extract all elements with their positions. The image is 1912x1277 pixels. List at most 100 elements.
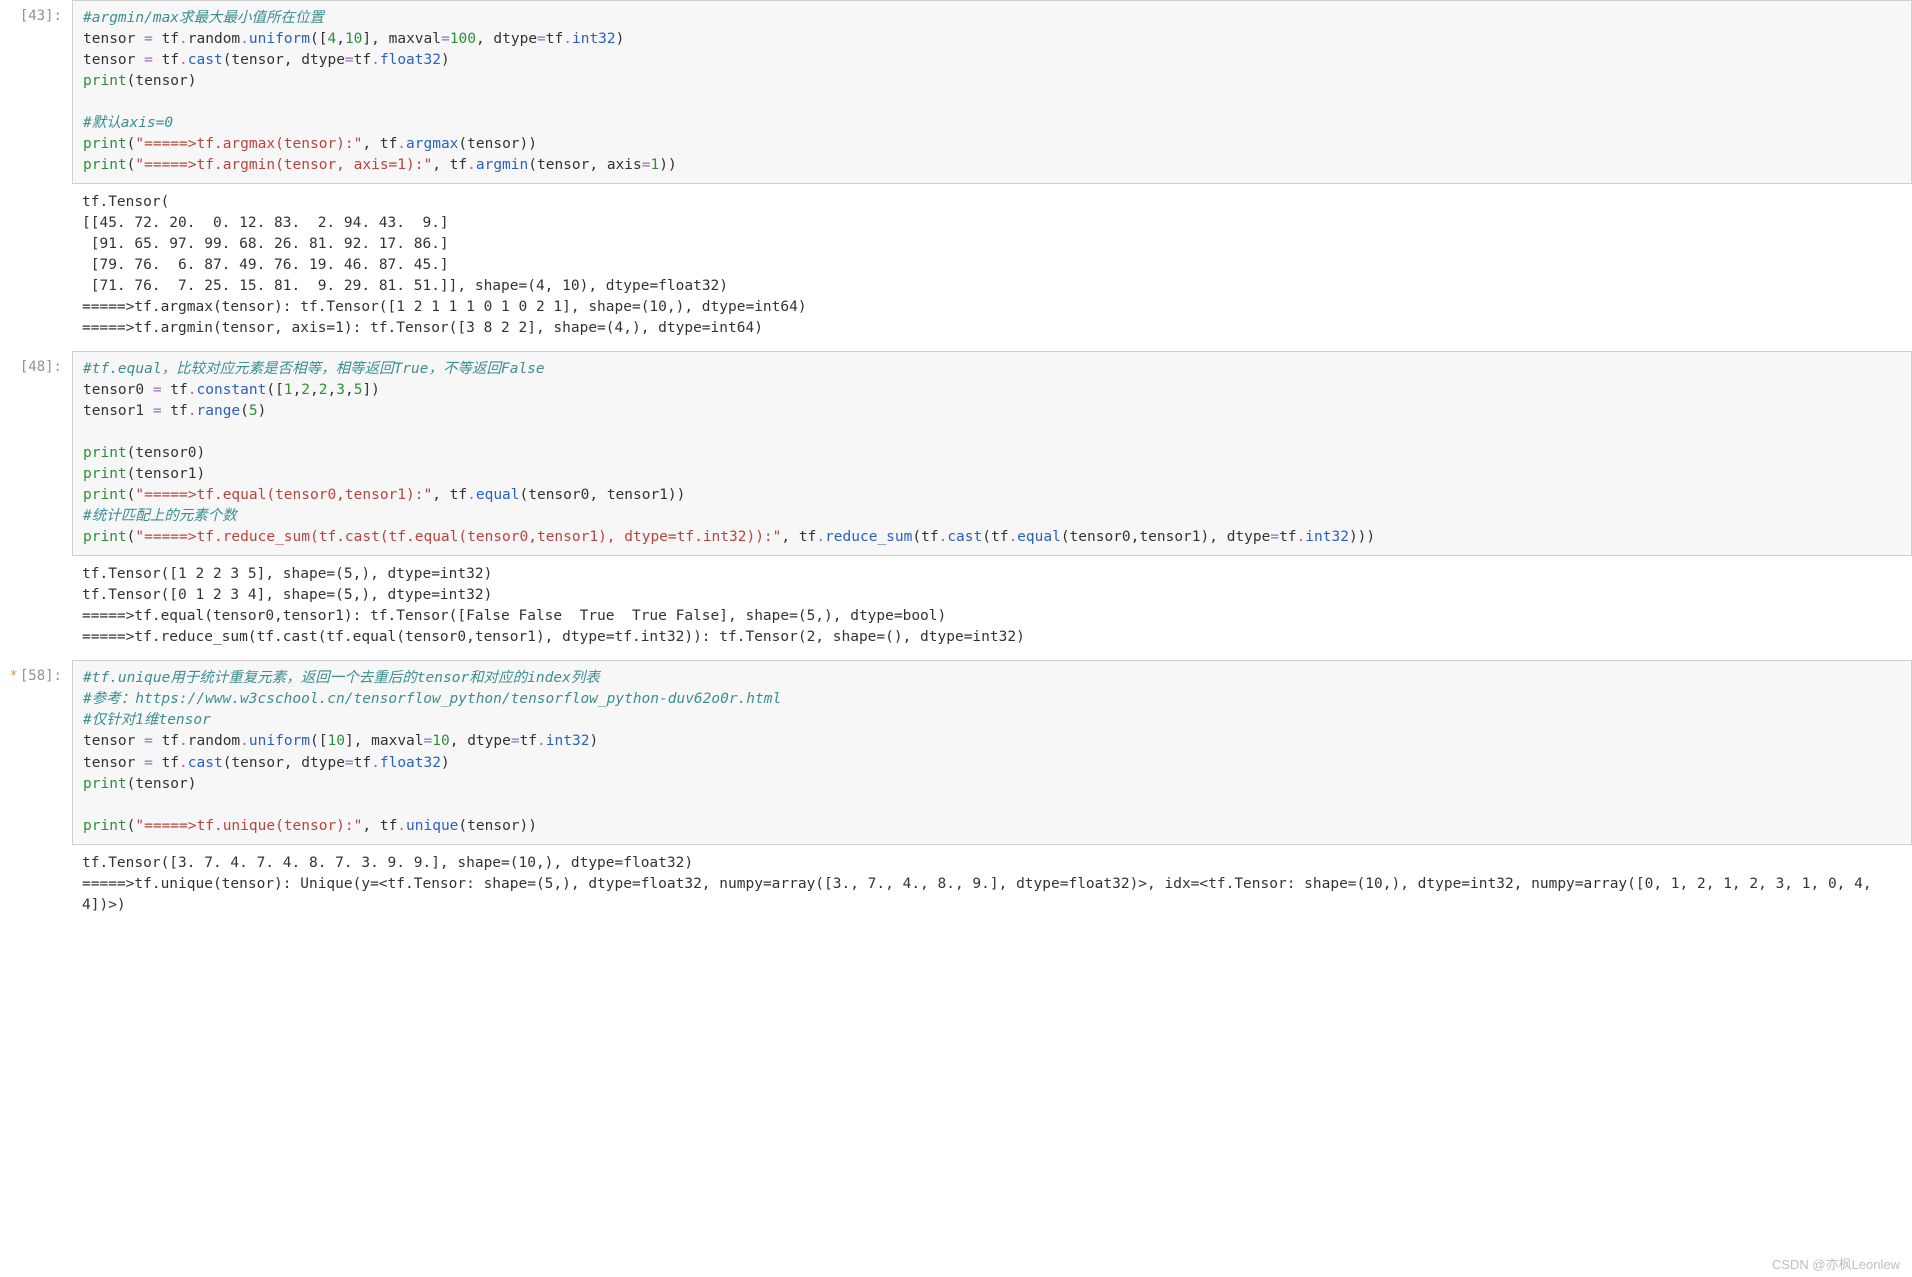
code-token: . — [188, 403, 197, 419]
code-token: print — [83, 529, 127, 545]
code-token: 10 — [345, 31, 362, 47]
code-token: 2 — [301, 382, 310, 398]
code-token: ]) — [362, 382, 379, 398]
code-token: . — [537, 733, 546, 749]
code-token: = — [144, 755, 153, 771]
code-token: . — [240, 733, 249, 749]
code-token: , — [336, 31, 345, 47]
notebook: [43]:#argmin/max求最大最小值所在位置tensor = tf.ra… — [0, 0, 1912, 926]
code-token: . — [467, 487, 476, 503]
code-token: = — [153, 382, 162, 398]
code-token: 100 — [450, 31, 476, 47]
code-token: (tensor1) — [127, 466, 206, 482]
code-token: (tensor, dtype — [223, 755, 345, 771]
code-token: , tf — [432, 487, 467, 503]
code-token: equal — [1017, 529, 1061, 545]
code-line: print(tensor0) — [83, 443, 1901, 464]
cell-input: [58]:#tf.unique用于统计重复元素，返回一个去重后的tensor和对… — [0, 660, 1912, 844]
code-token: , tf — [362, 136, 397, 152]
code-input[interactable]: #tf.unique用于统计重复元素，返回一个去重后的tensor和对应的ind… — [72, 660, 1912, 844]
cell-input: [43]:#argmin/max求最大最小值所在位置tensor = tf.ra… — [0, 0, 1912, 184]
code-token: , dtype — [450, 733, 511, 749]
code-token: , — [310, 382, 319, 398]
cell-output: tf.Tensor([1 2 2 3 5], shape=(5,), dtype… — [0, 558, 1912, 658]
code-line: tensor = tf.cast(tensor, dtype=tf.float3… — [83, 50, 1901, 71]
watermark-text: CSDN @亦枫Leonlew — [1772, 1254, 1900, 1273]
output-text: tf.Tensor([1 2 2 3 5], shape=(5,), dtype… — [72, 558, 1912, 658]
code-token: . — [371, 755, 380, 771]
code-token: 1 — [650, 157, 659, 173]
code-token: (tensor0,tensor1), dtype — [1061, 529, 1271, 545]
code-token: = — [144, 52, 153, 68]
code-token: 10 — [432, 733, 449, 749]
code-token: int32 — [1305, 529, 1349, 545]
cell-output: tf.Tensor( [[45. 72. 20. 0. 12. 83. 2. 9… — [0, 186, 1912, 349]
cell-output: tf.Tensor([3. 7. 4. 7. 4. 8. 7. 3. 9. 9.… — [0, 847, 1912, 926]
code-line — [83, 92, 1901, 113]
code-token: int32 — [572, 31, 616, 47]
code-token: . — [563, 31, 572, 47]
code-token: . — [1297, 529, 1306, 545]
code-token: print — [83, 73, 127, 89]
code-token: . — [816, 529, 825, 545]
code-input[interactable]: #tf.equal，比较对应元素是否相等，相等返回True，不等返回Falset… — [72, 351, 1912, 556]
code-token: random — [188, 733, 240, 749]
code-token: = — [511, 733, 520, 749]
code-line: tensor0 = tf.constant([1,2,2,3,5]) — [83, 380, 1901, 401]
code-token: #默认axis=0 — [83, 115, 173, 131]
code-line: print("=====>tf.argmin(tensor, axis=1):"… — [83, 155, 1901, 176]
code-line: tensor1 = tf.range(5) — [83, 401, 1901, 422]
code-token: 1 — [284, 382, 293, 398]
output-prompt — [0, 186, 72, 349]
code-token: , — [328, 382, 337, 398]
code-line: tensor = tf.random.uniform([10], maxval=… — [83, 731, 1901, 752]
code-token: tensor0 — [83, 382, 153, 398]
code-token: tf — [354, 755, 371, 771]
code-token: ))) — [1349, 529, 1375, 545]
code-token: (tf — [982, 529, 1008, 545]
code-token: = — [345, 755, 354, 771]
code-token: (tensor0) — [127, 445, 206, 461]
code-line: #统计匹配上的元素个数 — [83, 506, 1901, 527]
code-token: unique — [406, 818, 458, 834]
code-token: . — [240, 31, 249, 47]
code-token: print — [83, 487, 127, 503]
code-token: = — [441, 31, 450, 47]
code-token: = — [345, 52, 354, 68]
code-token: , tf — [362, 818, 397, 834]
code-token: ], maxval — [345, 733, 424, 749]
code-line: #仅针对1维tensor — [83, 710, 1901, 731]
code-input[interactable]: #argmin/max求最大最小值所在位置tensor = tf.random.… — [72, 0, 1912, 184]
code-token: . — [188, 382, 197, 398]
code-token: cast — [947, 529, 982, 545]
code-token: (tensor0, tensor1)) — [520, 487, 686, 503]
code-token: "=====>tf.unique(tensor):" — [135, 818, 362, 834]
code-token: = — [537, 31, 546, 47]
code-token: . — [397, 136, 406, 152]
code-token: #仅针对1维tensor — [83, 712, 211, 728]
code-token: "=====>tf.reduce_sum(tf.cast(tf.equal(te… — [135, 529, 781, 545]
code-token: random — [188, 31, 240, 47]
code-token: print — [83, 818, 127, 834]
code-token: . — [1008, 529, 1017, 545]
code-line: #tf.unique用于统计重复元素，返回一个去重后的tensor和对应的ind… — [83, 668, 1901, 689]
code-token: #tf.unique用于统计重复元素，返回一个去重后的tensor和对应的ind… — [83, 670, 600, 686]
code-token: = — [424, 733, 433, 749]
code-token: . — [179, 755, 188, 771]
code-line: #tf.equal，比较对应元素是否相等，相等返回True，不等返回False — [83, 359, 1901, 380]
code-token: 10 — [327, 733, 344, 749]
code-token: , dtype — [476, 31, 537, 47]
code-token: tf — [162, 382, 188, 398]
code-token: (tensor)) — [458, 136, 537, 152]
output-text: tf.Tensor([3. 7. 4. 7. 4. 8. 7. 3. 9. 9.… — [72, 847, 1912, 926]
code-token: (tensor) — [127, 776, 197, 792]
code-token: 2 — [319, 382, 328, 398]
code-line: tensor = tf.random.uniform([4,10], maxva… — [83, 29, 1901, 50]
code-line: #参考：https://www.w3cschool.cn/tensorflow_… — [83, 689, 1901, 710]
code-line: print("=====>tf.reduce_sum(tf.cast(tf.eq… — [83, 527, 1901, 548]
code-token: . — [467, 157, 476, 173]
code-token: (tf — [912, 529, 938, 545]
code-token: = — [153, 403, 162, 419]
code-line: print(tensor1) — [83, 464, 1901, 485]
output-text: tf.Tensor( [[45. 72. 20. 0. 12. 83. 2. 9… — [72, 186, 1912, 349]
